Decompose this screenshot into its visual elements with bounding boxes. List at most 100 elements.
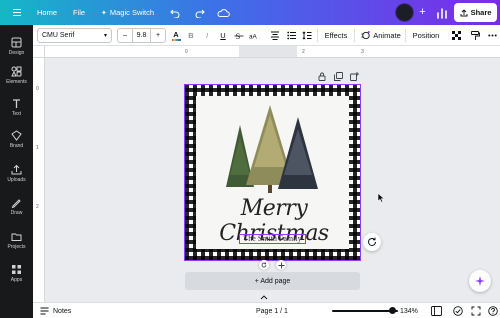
notes-label: Notes (53, 307, 72, 315)
share-button[interactable]: Share (454, 3, 497, 22)
align-center-button[interactable] (270, 28, 280, 43)
family-name-text[interactable]: The Smith Family (239, 234, 306, 244)
ruler-tick-label: 1 (36, 145, 39, 151)
svg-text:aA: aA (249, 33, 258, 40)
sparkle-icon: ✦ (101, 9, 107, 17)
animate-label: Animate (373, 31, 401, 40)
sidebar-item-label: Draw (10, 210, 23, 216)
folder-icon (11, 230, 23, 242)
christmas-trees-illustration[interactable] (220, 105, 330, 195)
sidebar-item-label: Text (11, 111, 22, 117)
add-page-icon[interactable] (349, 71, 359, 81)
text-color-letter: A (173, 30, 179, 39)
draw-icon (11, 196, 23, 208)
italic-button[interactable]: I (202, 28, 212, 43)
sidebar-item-apps[interactable]: Apps (0, 263, 33, 289)
spacing-button[interactable] (302, 28, 312, 43)
share-icon (460, 8, 468, 16)
check-icon[interactable] (453, 303, 463, 318)
avatar[interactable] (395, 3, 414, 22)
rotate-handle-icon[interactable] (259, 260, 269, 270)
strikethrough-button[interactable]: S (234, 28, 244, 43)
sidebar-item-text[interactable]: Text (0, 97, 33, 123)
bold-button[interactable]: B (186, 28, 196, 43)
share-label: Share (470, 8, 492, 17)
font-family-select[interactable]: CMU Serif ▾ (37, 28, 112, 43)
zoom-value[interactable]: 134% (400, 303, 418, 318)
apps-icon (11, 263, 23, 275)
effects-button[interactable]: Effects (323, 28, 349, 43)
text-color-button[interactable]: A (170, 28, 182, 43)
text-toolbar: CMU Serif ▾ – 9.8 + A B I U S aA Effects… (33, 25, 500, 46)
duplicate-page-icon[interactable] (333, 71, 343, 81)
font-size-input[interactable]: 9.8 (132, 29, 151, 42)
sidebar-item-uploads[interactable]: Uploads (0, 163, 33, 189)
decrease-font-size-button[interactable]: – (118, 29, 132, 42)
sidebar-item-label: Elements (6, 79, 27, 85)
help-icon[interactable] (488, 303, 498, 318)
toolbar-divider (405, 29, 406, 42)
toolbar-divider (317, 29, 318, 42)
notes-button[interactable]: Notes (40, 303, 71, 318)
sidebar-item-elements[interactable]: Elements (0, 65, 33, 91)
elements-icon (11, 65, 23, 77)
cloud-saved-icon[interactable] (217, 0, 230, 25)
file-menu-button[interactable]: File (73, 0, 85, 25)
zoom-slider-track[interactable] (332, 310, 398, 312)
sidebar-item-brand[interactable]: Brand (0, 129, 33, 155)
ruler-corner (33, 46, 45, 58)
sidebar-item-label: Design (8, 50, 25, 56)
zoom-slider-knob[interactable] (389, 307, 397, 314)
undo-icon[interactable] (170, 0, 180, 25)
add-page-button[interactable]: + Add page (185, 272, 360, 290)
transparency-button[interactable] (451, 28, 461, 43)
svg-text:S: S (236, 32, 240, 41)
rainbow-bar-icon (171, 39, 181, 41)
lock-page-icon[interactable] (317, 71, 327, 81)
more-options-button[interactable] (487, 28, 497, 43)
transparency-icon (451, 31, 461, 40)
fullscreen-icon[interactable] (471, 303, 481, 318)
insights-icon[interactable] (436, 6, 448, 19)
sparkle-icon (475, 276, 485, 286)
underline-button[interactable]: U (218, 28, 228, 43)
page-indicator[interactable]: Page 1 / 1 (256, 303, 288, 318)
vertical-ruler: 0 1 2 (33, 58, 45, 302)
position-button[interactable]: Position (411, 28, 441, 43)
pages-view-icon[interactable] (431, 303, 442, 318)
home-button[interactable]: Home (37, 0, 57, 25)
add-collaborator-icon[interactable]: + (416, 5, 429, 20)
increase-font-size-button[interactable]: + (151, 29, 165, 42)
sidebar-item-draw[interactable]: Draw (0, 196, 33, 222)
font-family-value: CMU Serif (42, 32, 75, 39)
list-button[interactable] (287, 28, 297, 43)
strikethrough-icon: S (234, 32, 244, 41)
top-bar: Home File ✦ Magic Switch + Share (0, 0, 500, 25)
text-case-button[interactable]: aA (249, 28, 259, 43)
animate-button[interactable]: Animate (361, 28, 401, 43)
sidebar-item-design[interactable]: Design (0, 36, 33, 62)
paint-roller-icon (470, 30, 480, 40)
menu-icon[interactable] (11, 0, 23, 25)
magic-switch-button[interactable]: ✦ Magic Switch (101, 0, 154, 25)
refresh-icon[interactable] (363, 233, 381, 251)
sidebar-item-label: Apps (10, 277, 23, 283)
ruler-tick-label: 0 (185, 49, 188, 55)
sidebar-item-label: Brand (9, 143, 24, 149)
bullet-list-icon (287, 31, 296, 40)
copy-style-button[interactable] (470, 28, 480, 43)
sidebar-item-projects[interactable]: Projects (0, 230, 33, 256)
uploads-icon (11, 163, 23, 175)
brand-icon (11, 129, 23, 141)
mouse-pointer-icon (377, 193, 385, 203)
magic-assistant-button[interactable] (469, 270, 491, 292)
line-spacing-icon (302, 31, 312, 40)
horizontal-ruler: 0 1 2 3 (45, 46, 500, 58)
redo-icon[interactable] (195, 0, 205, 25)
chevron-up-icon[interactable] (260, 292, 268, 302)
ruler-tick-label: 2 (36, 204, 39, 210)
magic-switch-label: Magic Switch (109, 8, 155, 17)
move-handle-icon[interactable] (276, 260, 286, 270)
ruler-selection-highlight (239, 46, 297, 57)
align-center-icon (271, 31, 279, 40)
